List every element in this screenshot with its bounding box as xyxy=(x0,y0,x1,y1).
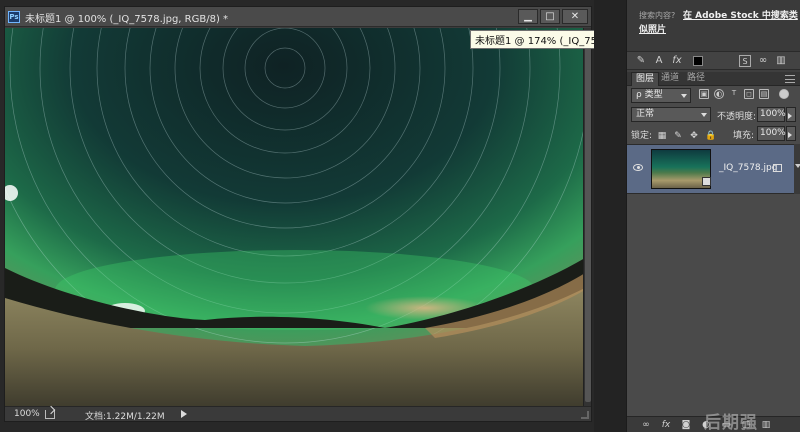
minimize-button[interactable]: ▁ xyxy=(518,9,538,24)
brush-tool-icon[interactable]: ✎ xyxy=(635,55,647,67)
smart-object-badge-icon xyxy=(702,177,711,186)
photoshop-app-icon: Ps xyxy=(8,11,20,23)
blend-mode-select[interactable]: 正常 xyxy=(631,107,711,122)
status-menu-arrow-icon[interactable] xyxy=(181,410,187,418)
zoom-level[interactable]: 100% xyxy=(14,409,40,419)
right-panel: 搜索内容? 在 Adobe Stock 中搜索类 似照片 ✎ A fx S ∞ … xyxy=(626,0,800,432)
resize-grip-icon[interactable] xyxy=(581,411,589,419)
scrollbar-thumb[interactable] xyxy=(585,30,591,402)
close-button[interactable]: ✕ xyxy=(562,9,588,24)
image-canvas[interactable] xyxy=(5,28,585,408)
tab-channels[interactable]: 通道 xyxy=(657,72,683,86)
tab-layers[interactable]: 图层 xyxy=(631,72,660,86)
stock-search-label: 搜索内容? xyxy=(639,11,676,20)
document-titlebar[interactable]: Ps 未标题1 @ 100% (_IQ_7578.jpg, RGB/8) * ▁… xyxy=(5,7,591,27)
filter-toggle-icon[interactable] xyxy=(779,89,789,99)
lock-transparency-icon[interactable]: ▦ xyxy=(657,131,667,141)
document-title[interactable]: 未标题1 @ 100% (_IQ_7578.jpg, RGB/8) * xyxy=(25,10,228,25)
s-icon[interactable]: S xyxy=(739,55,751,67)
opacity-value: 100% xyxy=(760,109,786,119)
fill-slider-button[interactable] xyxy=(786,126,796,141)
color-swatch[interactable] xyxy=(693,56,703,66)
chevron-down-icon xyxy=(701,113,707,117)
fx-icon[interactable]: fx xyxy=(671,55,683,67)
smart-object-filter-icon[interactable]: ▤ xyxy=(759,89,769,99)
layer-link-icon xyxy=(773,164,782,172)
stock-search-link-continued[interactable]: 似照片 xyxy=(639,22,666,35)
lock-position-icon[interactable]: ✥ xyxy=(689,131,699,141)
vertical-scrollbar[interactable] xyxy=(583,28,591,408)
layers-panel-tabs: 图层 通道 路径 xyxy=(627,72,800,86)
layer-row[interactable]: _IQ_7578.jpg xyxy=(627,144,800,194)
fill-value: 100% xyxy=(760,128,786,138)
document-window: Ps 未标题1 @ 100% (_IQ_7578.jpg, RGB/8) * ▁… xyxy=(4,6,592,422)
layer-name[interactable]: _IQ_7578.jpg xyxy=(719,163,777,173)
layer-filter-select[interactable]: ρ 类型 xyxy=(631,88,691,103)
opacity-label: 不透明度: xyxy=(717,112,757,122)
adjustment-filter-icon[interactable]: ◐ xyxy=(714,89,724,99)
stock-search-link[interactable]: 在 Adobe Stock 中搜索类 xyxy=(683,8,798,21)
watermark-logo: 后期强 xyxy=(704,413,758,432)
shape-filter-icon[interactable]: ◻ xyxy=(744,89,754,99)
link-icon[interactable]: ∞ xyxy=(757,55,769,67)
panel-tool-row: ✎ A fx S ∞ ▥ xyxy=(627,52,800,70)
document-size-info: 文档:1.22M/1.22M xyxy=(85,412,165,422)
lock-all-icon[interactable]: 🔒 xyxy=(705,131,716,141)
text-a-icon[interactable]: A xyxy=(653,55,665,67)
layer-style-fx-icon[interactable]: fx xyxy=(661,420,671,430)
type-filter-icon[interactable]: T xyxy=(729,89,739,99)
document-status-bar: 100% 文档:1.22M/1.22M xyxy=(5,406,591,422)
opacity-slider-button[interactable] xyxy=(786,107,796,122)
opacity-input[interactable]: 100% xyxy=(757,107,786,122)
blend-mode-value: 正常 xyxy=(636,109,655,119)
layer-filter-value: ρ 类型 xyxy=(636,90,663,100)
add-mask-icon[interactable]: ◙ xyxy=(681,420,691,430)
trash-icon[interactable]: ▥ xyxy=(775,55,787,67)
delete-layer-icon[interactable]: ▥ xyxy=(761,420,771,430)
visibility-eye-icon[interactable] xyxy=(633,164,643,171)
pixel-filter-icon[interactable]: ▣ xyxy=(699,89,709,99)
panel-menu-icon[interactable] xyxy=(785,75,795,83)
layers-panel-body: ρ 类型 ▣ ◐ T ◻ ▤ 正常 不透明度: 100% 锁定: ▦ ✎ ✥ 🔒… xyxy=(627,86,800,416)
star-trail-photo xyxy=(5,28,585,408)
chevron-down-icon xyxy=(681,94,687,98)
adobe-stock-section: 搜索内容? 在 Adobe Stock 中搜索类 似照片 xyxy=(627,0,800,52)
maximize-button[interactable]: □ xyxy=(540,9,560,24)
fill-input[interactable]: 100% xyxy=(757,126,786,141)
share-icon[interactable] xyxy=(45,410,55,419)
layers-scrollbar[interactable] xyxy=(794,144,800,194)
lock-pixels-icon[interactable]: ✎ xyxy=(673,131,683,141)
fill-label: 填充: xyxy=(733,131,755,141)
workspace-gap xyxy=(594,0,626,432)
link-layers-icon[interactable]: ∞ xyxy=(641,420,651,430)
tab-paths[interactable]: 路径 xyxy=(683,72,709,86)
lock-label: 锁定: xyxy=(631,131,653,141)
